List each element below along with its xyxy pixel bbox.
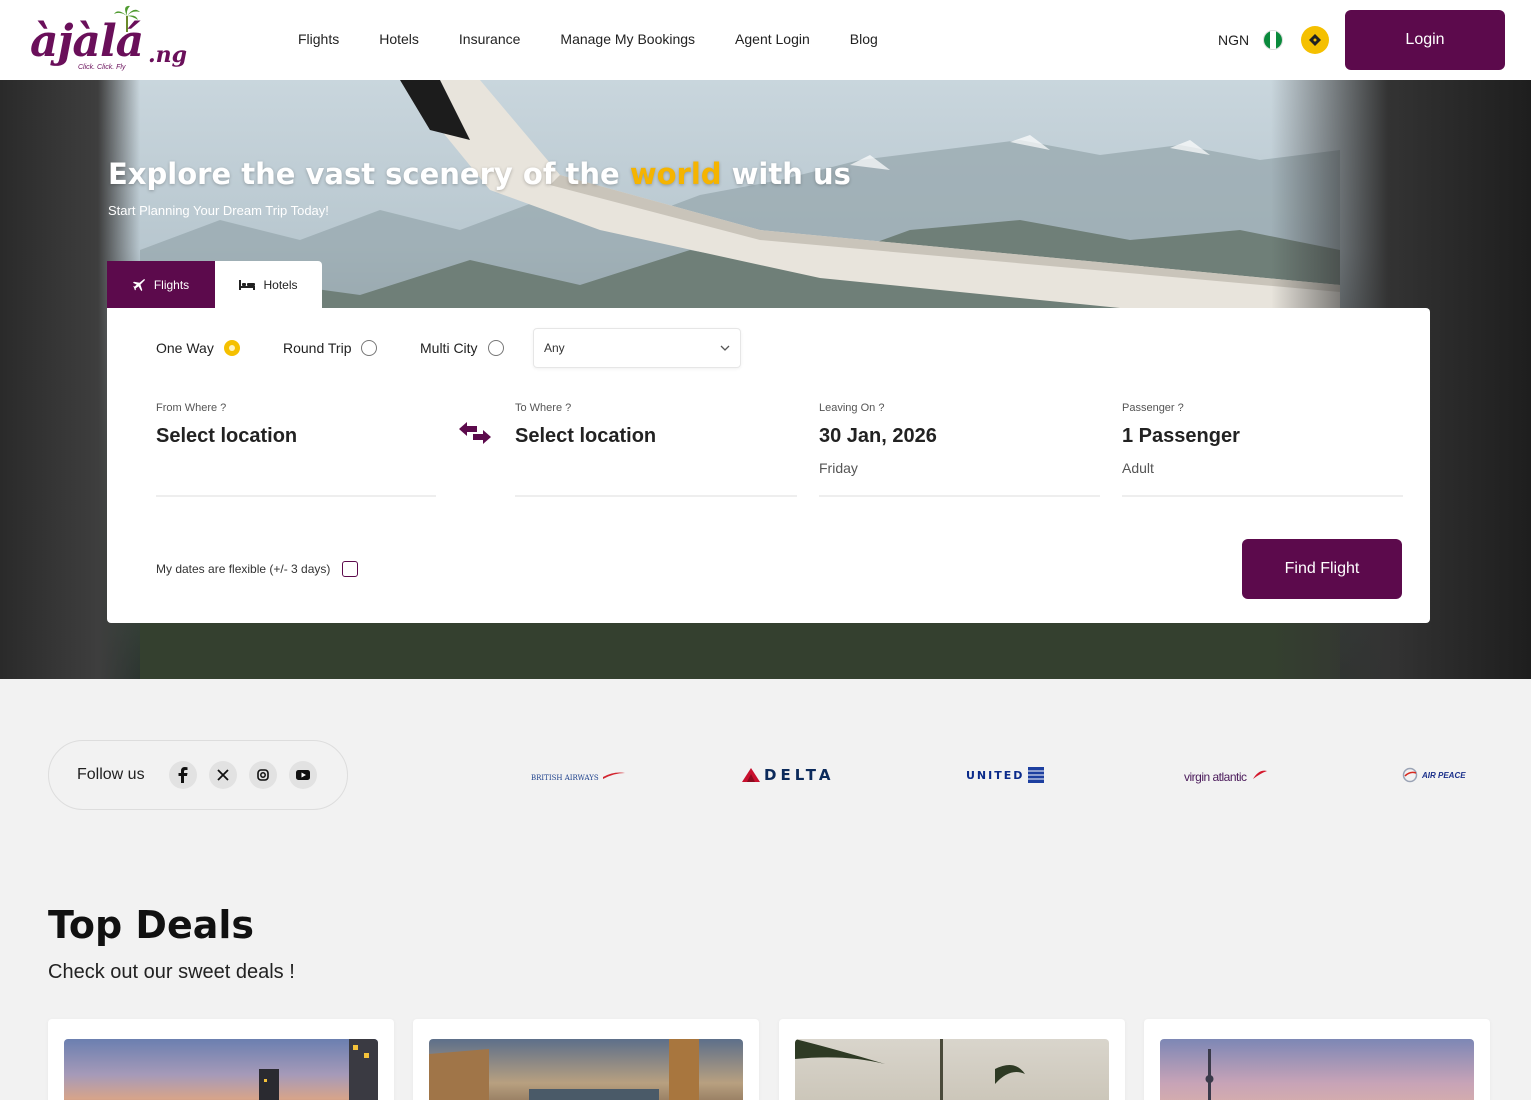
youtube-icon[interactable]: [288, 761, 317, 789]
flexible-dates-checkbox[interactable]: [342, 561, 359, 577]
logo-wordmark: àjàlá: [30, 16, 144, 67]
passenger-field[interactable]: Passenger ? 1 Passenger Adult: [1122, 402, 1403, 497]
deal-card[interactable]: [48, 1019, 394, 1100]
to-value: Select location: [515, 425, 657, 447]
login-button[interactable]: Login: [1345, 10, 1505, 70]
follow-us-bar: Follow us: [48, 740, 348, 810]
ajala-logo[interactable]: àjàlá .ng Click. Click. Fly: [30, 4, 195, 78]
from-value: Select location: [156, 425, 298, 447]
deal-card[interactable]: [779, 1019, 1125, 1100]
deal-image: [1160, 1039, 1474, 1100]
departure-day: Friday: [819, 460, 858, 476]
british-airways-logo: BRITISH AIRWAYS: [531, 762, 625, 788]
virgin-atlantic-logo: virgin atlantic: [1184, 762, 1267, 788]
currency-selector[interactable]: NGN: [1218, 32, 1249, 48]
departure-date-value: 30 Jan, 2026: [819, 425, 937, 447]
site-header: àjàlá .ng Click. Click. Fly Flights Hote…: [0, 0, 1531, 80]
deal-image: [64, 1039, 378, 1100]
flexible-dates-option[interactable]: My dates are flexible (+/- 3 days): [156, 561, 359, 577]
departure-date-field[interactable]: Leaving On ? 30 Jan, 2026 Friday: [819, 402, 1100, 497]
trip-round-trip[interactable]: Round Trip: [283, 340, 378, 356]
tab-hotels[interactable]: Hotels: [215, 261, 322, 309]
deal-image: [429, 1039, 743, 1100]
trip-one-way[interactable]: One Way: [156, 340, 240, 356]
delta-logo: DELTA: [742, 762, 834, 788]
cabin-class-select[interactable]: Any: [533, 328, 741, 368]
multi-city-radio[interactable]: [487, 340, 504, 356]
swap-locations-icon[interactable]: [459, 421, 491, 445]
round-trip-radio[interactable]: [361, 340, 378, 356]
trip-multi-city[interactable]: Multi City: [420, 340, 504, 356]
tab-hotels-label: Hotels: [263, 278, 298, 292]
hero-title: Explore the vast scenery of the world wi…: [108, 157, 851, 191]
nav-blog[interactable]: Blog: [850, 31, 878, 47]
deal-card[interactable]: [1144, 1019, 1490, 1100]
main-nav: Flights Hotels Insurance Manage My Booki…: [298, 31, 878, 47]
nav-insurance[interactable]: Insurance: [459, 31, 520, 47]
follow-us-label: Follow us: [77, 766, 145, 783]
nav-flights[interactable]: Flights: [298, 31, 339, 47]
logo-domain: .ng: [148, 42, 188, 68]
bed-icon: [239, 280, 256, 290]
tab-flights-label: Flights: [153, 278, 190, 292]
passenger-type: Adult: [1122, 460, 1154, 476]
deal-card[interactable]: [413, 1019, 759, 1100]
top-deals-title: Top Deals: [48, 903, 255, 947]
from-field[interactable]: From Where ? Select location: [156, 402, 436, 497]
nigeria-flag-icon[interactable]: [1263, 30, 1283, 50]
one-way-radio[interactable]: [223, 340, 240, 356]
ticket-icon[interactable]: [1301, 26, 1329, 54]
nav-agent-login[interactable]: Agent Login: [735, 31, 810, 47]
to-field[interactable]: To Where ? Select location: [515, 402, 797, 497]
united-logo: UNITED: [966, 762, 1045, 788]
deal-image: [795, 1039, 1109, 1100]
search-tabs: Flights Hotels: [107, 261, 322, 309]
facebook-icon[interactable]: [168, 761, 197, 789]
airplane-icon: [132, 278, 145, 291]
tab-flights[interactable]: Flights: [107, 261, 215, 309]
x-icon[interactable]: [208, 761, 237, 789]
air-peace-logo: AIR PEACE: [1402, 762, 1466, 788]
top-deals-subtitle: Check out our sweet deals !: [48, 961, 295, 983]
passenger-count: 1 Passenger: [1122, 425, 1240, 447]
hero-subtitle: Start Planning Your Dream Trip Today!: [108, 203, 329, 218]
chevron-down-icon: [720, 345, 730, 351]
instagram-icon[interactable]: [248, 761, 277, 789]
logo-tagline: Click. Click. Fly: [78, 64, 126, 71]
flight-search-card: One Way Round Trip Multi City Any From W…: [107, 308, 1430, 623]
nav-hotels[interactable]: Hotels: [379, 31, 419, 47]
find-flight-button[interactable]: Find Flight: [1242, 539, 1402, 599]
nav-manage-bookings[interactable]: Manage My Bookings: [560, 31, 695, 47]
